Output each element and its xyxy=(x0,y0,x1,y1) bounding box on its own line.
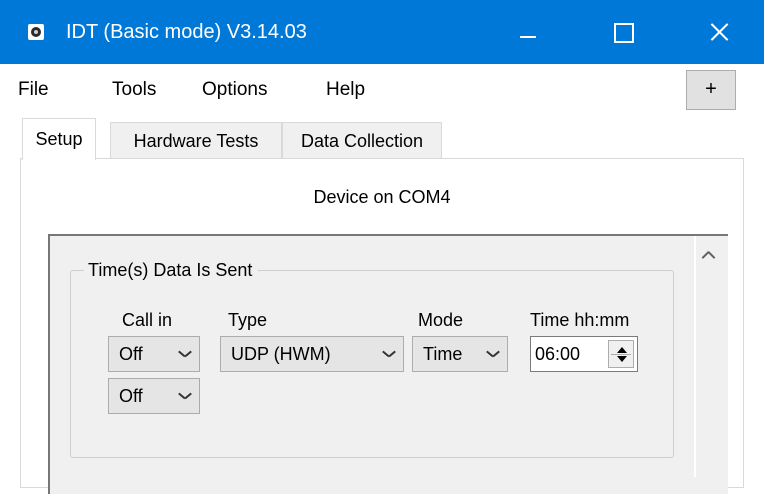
spin-down-icon[interactable] xyxy=(617,356,627,362)
tab-data-collection[interactable]: Data Collection xyxy=(282,122,442,158)
spin-up-icon[interactable] xyxy=(617,347,627,353)
call-in-select-2[interactable]: Off xyxy=(108,378,200,414)
menu-file[interactable]: File xyxy=(18,78,49,102)
type-label: Type xyxy=(228,310,268,330)
menu-help[interactable]: Help xyxy=(326,78,365,102)
type-value: UDP (HWM) xyxy=(231,344,331,364)
menu-tools[interactable]: Tools xyxy=(112,78,156,102)
chevron-down-icon xyxy=(179,392,191,400)
mode-value: Time xyxy=(423,344,463,364)
tab-setup[interactable]: Setup xyxy=(22,118,96,160)
call-in-value-1: Off xyxy=(119,344,143,364)
mode-select[interactable]: Time xyxy=(412,336,508,372)
tab-hardware-tests[interactable]: Hardware Tests xyxy=(110,122,282,158)
groupbox-title: Time(s) Data Is Sent xyxy=(84,259,259,281)
call-in-value-2: Off xyxy=(119,386,143,406)
scrollbar-track[interactable] xyxy=(694,236,696,477)
device-status-label: Device on COM4 xyxy=(313,187,451,207)
chevron-down-icon xyxy=(179,350,191,358)
app-icon xyxy=(28,24,44,40)
chevron-down-icon xyxy=(487,350,499,358)
maximize-icon[interactable] xyxy=(580,0,664,64)
type-select[interactable]: UDP (HWM) xyxy=(220,336,404,372)
minimize-icon[interactable] xyxy=(486,0,570,64)
title-bar: IDT (Basic mode) V3.14.03 xyxy=(0,0,764,64)
time-label: Time hh:mm xyxy=(530,310,630,330)
window-title: IDT (Basic mode) V3.14.03 xyxy=(66,21,307,43)
call-in-label: Call in xyxy=(122,310,173,330)
menu-options[interactable]: Options xyxy=(202,78,267,102)
scroll-up-icon[interactable] xyxy=(700,246,718,264)
spinner-divider xyxy=(611,354,631,355)
close-icon[interactable] xyxy=(676,0,760,64)
time-spinner[interactable] xyxy=(608,340,634,368)
menu-bar: File Tools Options Help xyxy=(0,64,764,116)
plus-button[interactable]: + xyxy=(686,70,736,110)
mode-label: Mode xyxy=(418,310,464,330)
call-in-select-1[interactable]: Off xyxy=(108,336,200,372)
chevron-down-icon xyxy=(383,350,395,358)
